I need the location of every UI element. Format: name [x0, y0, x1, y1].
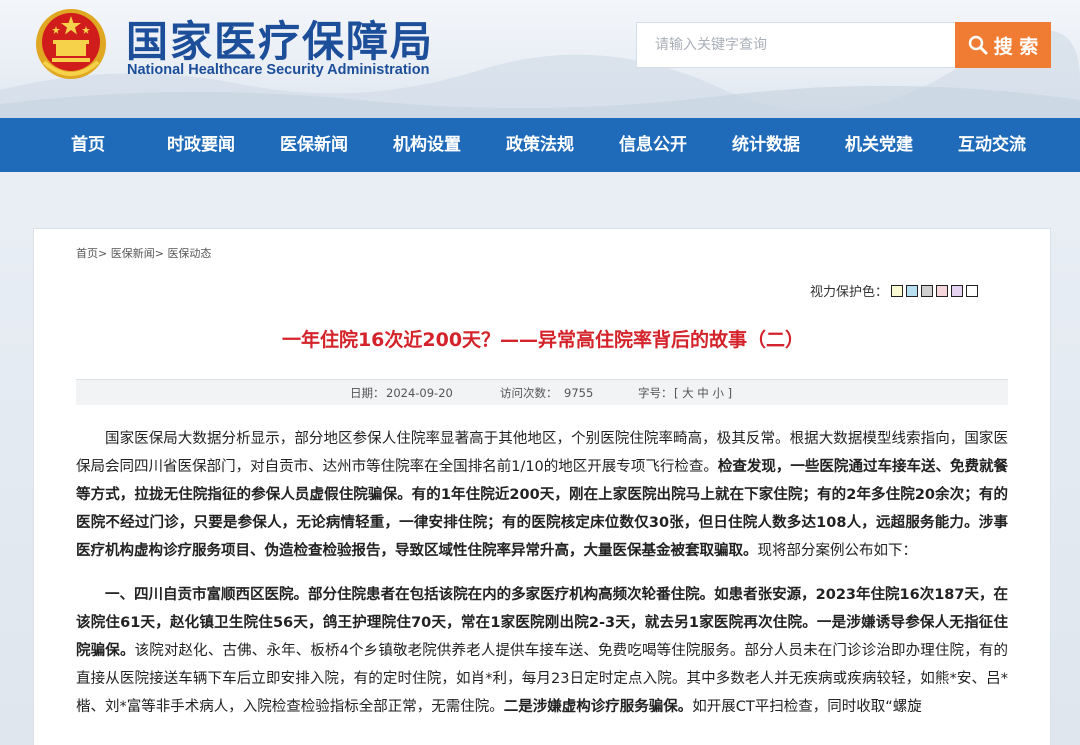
search-button-label: 搜 索	[993, 35, 1039, 58]
fontsize-selector[interactable]: [ 大 中 小 ]	[674, 380, 732, 406]
visits-label: 访问次数：	[500, 386, 558, 400]
nav-item-home[interactable]: 首页	[71, 118, 105, 172]
site-title[interactable]: 国家医疗保障局	[126, 8, 434, 69]
color-swatch-purple[interactable]	[951, 284, 964, 297]
breadcrumb: 首页> 医保新闻> 医保动态	[76, 245, 211, 261]
nav-item-politics-news[interactable]: 时政要闻	[167, 118, 235, 172]
article-title: 一年住院16次近200天？——异常高住院率背后的故事（二）	[281, 329, 805, 351]
nav-item-statistics[interactable]: 统计数据	[732, 118, 800, 172]
article-date: 2024-09-20	[386, 386, 453, 400]
paragraph-intro: 国家医保局大数据分析显示，部分地区参保人住院率显著高于其他地区，个别医院住院率畸…	[76, 431, 1009, 559]
main-nav: 首页 时政要闻 医保新闻 机构设置 政策法规 信息公开 统计数据 机关党建 互动…	[0, 118, 1080, 172]
nav-item-organization[interactable]: 机构设置	[393, 118, 461, 172]
article-meta: 日期： 2024-09-20 访问次数： 9755 字号： [ 大 中 小 ]	[76, 379, 1008, 405]
nav-item-healthcare-news[interactable]: 医保新闻	[280, 118, 348, 172]
paragraph-case-1: 一、四川自贡市富顺西区医院。部分住院患者在包括该院在内的多家医疗机构高频次轮番住…	[76, 587, 1008, 715]
visit-count: 9755	[564, 386, 594, 400]
nav-item-policies[interactable]: 政策法规	[506, 118, 574, 172]
breadcrumb-dynamics[interactable]: 医保动态	[167, 247, 211, 260]
site-subtitle: National Healthcare Security Administrat…	[127, 62, 430, 78]
fontsize-label: 字号：	[638, 386, 673, 400]
nav-item-interaction[interactable]: 互动交流	[958, 118, 1026, 172]
date-label: 日期：	[350, 386, 385, 400]
nav-item-info-disclosure[interactable]: 信息公开	[619, 118, 687, 172]
color-swatch-white[interactable]	[966, 284, 979, 297]
breadcrumb-home[interactable]: 首页>	[76, 247, 107, 260]
vision-protection-colors: 视力保护色：	[810, 281, 979, 300]
color-swatch-pink[interactable]	[936, 284, 949, 297]
search-input[interactable]: 请输入关键字查询	[636, 22, 955, 68]
site-header: 国家医疗保障局 National Healthcare Security Adm…	[0, 0, 1080, 118]
color-swatch-yellow[interactable]	[891, 284, 904, 297]
vision-label: 视力保护色：	[810, 285, 889, 300]
search-icon	[968, 35, 988, 55]
article-body: 国家医保局大数据分析显示，部分地区参保人住院率显著高于其他地区，个别医院住院率畸…	[76, 425, 1008, 737]
article-panel: 首页> 医保新闻> 医保动态 视力保护色： 一年住院16次近200天？——异常高…	[33, 228, 1051, 745]
breadcrumb-news[interactable]: 医保新闻>	[111, 247, 164, 260]
color-swatch-blue[interactable]	[906, 284, 919, 297]
nav-item-party-building[interactable]: 机关党建	[845, 118, 913, 172]
national-emblem-icon[interactable]	[34, 6, 108, 82]
color-swatch-gray[interactable]	[921, 284, 934, 297]
search-button[interactable]: 搜 索	[955, 22, 1051, 68]
